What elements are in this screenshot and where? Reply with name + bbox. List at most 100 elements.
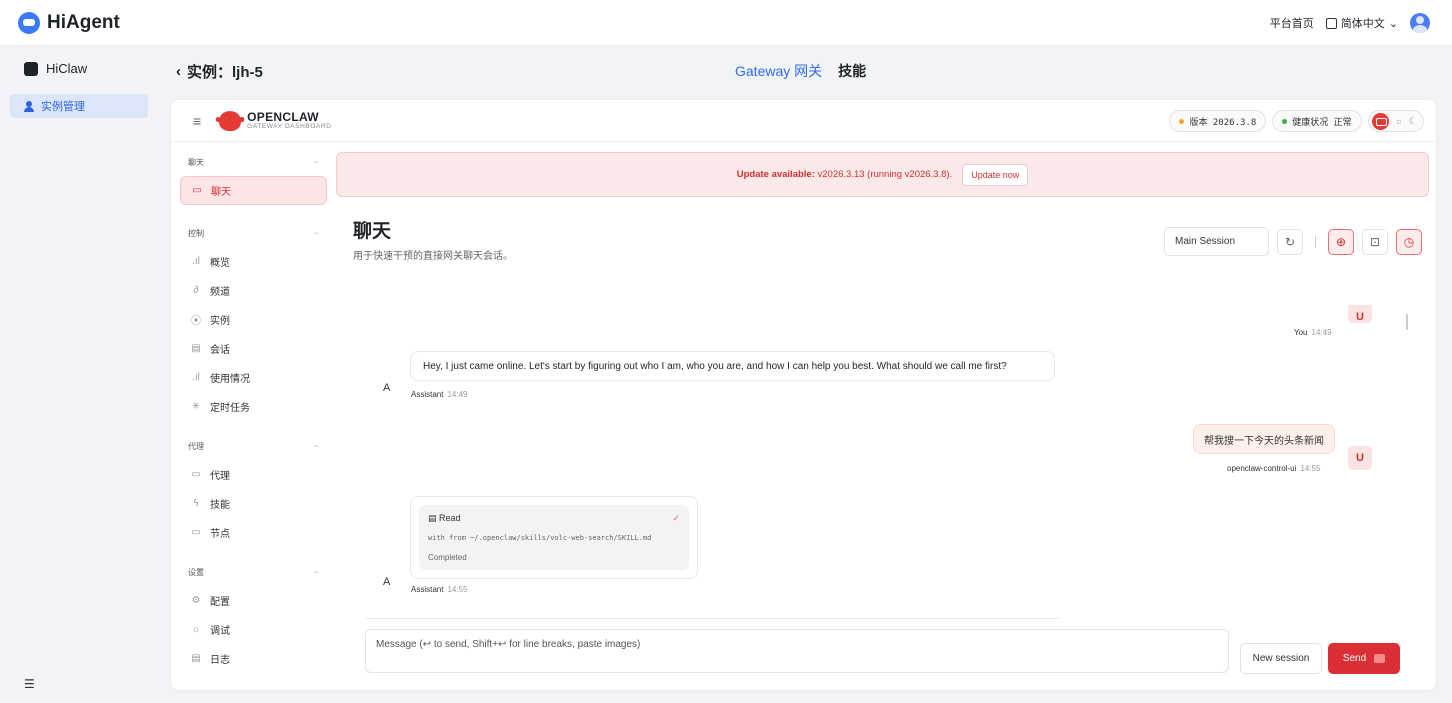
back-button[interactable]: ‹ 实例：ljh-5 xyxy=(176,61,263,82)
collapse-sidebar-icon[interactable]: ☰ xyxy=(24,677,35,691)
message-time: 14:49 xyxy=(1311,328,1332,337)
nav-item-label: 频道 xyxy=(210,287,230,298)
folder-icon: ▭ xyxy=(191,469,201,480)
user-avatar-msg: U xyxy=(1348,305,1372,323)
gear-icon: ⚙ xyxy=(191,595,201,606)
tool-call-card[interactable]: ▤ Read ✓ with from ~/.openclaw/skills/vo… xyxy=(410,496,698,579)
nav-group-chat[interactable]: 聊天 − xyxy=(180,148,327,176)
message-time: 14:49 xyxy=(447,390,468,399)
nav-item-skills[interactable]: ϟ 技能 xyxy=(180,489,327,518)
nav-item-config[interactable]: ⚙ 配置 xyxy=(180,586,327,615)
version-dot xyxy=(1179,118,1185,124)
zap-icon: ϟ xyxy=(193,498,199,509)
update-label: Update available: xyxy=(736,169,815,180)
chevron-down-icon: ⌄ xyxy=(1388,17,1398,30)
tab-skills[interactable]: 技能 xyxy=(838,61,866,81)
app-logo[interactable]: HiAgent xyxy=(18,11,120,34)
nav-item-overview[interactable]: .ıl 概览 xyxy=(180,247,327,276)
nav-item-cron[interactable]: ✳ 定时任务 xyxy=(180,392,327,421)
nav-item-label: 概览 xyxy=(210,258,230,269)
sidebar-item-instance-management[interactable]: 实例管理 xyxy=(10,94,148,118)
platform-home-link[interactable]: 平台首页 xyxy=(1270,15,1314,31)
nav-item-label: 代理 xyxy=(210,471,230,482)
nav-item-label: 实例 xyxy=(210,316,230,327)
nav-group-control[interactable]: 控制 − xyxy=(180,219,327,247)
user-message-bubble: 帮我搜一下今天的头条新闻 xyxy=(1193,424,1335,454)
page-subtitle: 用于快速干预的直接网关聊天会话。 xyxy=(353,251,513,262)
collapse-icon: − xyxy=(313,567,319,577)
sun-icon[interactable]: ☼ xyxy=(1395,116,1403,126)
nav-item-label: 日志 xyxy=(210,655,230,666)
message-time: 14:55 xyxy=(1300,464,1321,473)
check-icon: ✓ xyxy=(672,513,680,523)
tab-gateway[interactable]: Gateway 网关 xyxy=(735,61,822,81)
file-icon: ▤ xyxy=(428,513,437,523)
top-bar: HiAgent 平台首页 简体中文 ⌄ xyxy=(0,0,1452,46)
sidebar: HiClaw 实例管理 ☰ xyxy=(0,46,158,703)
nav-group-label: 聊天 xyxy=(188,157,204,167)
app-name: HiAgent xyxy=(47,11,120,33)
openclaw-logo-icon xyxy=(216,110,245,131)
radio-icon: ⦿ xyxy=(191,316,201,327)
hiclaw-icon xyxy=(24,61,38,76)
nav-item-label: 技能 xyxy=(210,500,230,511)
nav-item-debug[interactable]: ☼ 调试 xyxy=(180,615,327,644)
chat-controls: Main Session ↻ ⊕ ⊡ ◷ xyxy=(1164,227,1422,256)
history-button[interactable]: ◷ xyxy=(1396,228,1422,255)
focus-mode-button[interactable]: ⊡ xyxy=(1362,228,1388,255)
gateway-dashboard: ≡ OPENCLAW GATEWAY DASHBOARD 版本 2026.3.8… xyxy=(171,100,1436,690)
bar-chart-icon: .ıl xyxy=(192,256,200,267)
assistant-avatar: A xyxy=(383,576,391,588)
version-text: 版本 2026.3.8 xyxy=(1189,117,1257,128)
menu-icon[interactable]: ≡ xyxy=(193,113,201,129)
nav-item-label: 节点 xyxy=(210,529,230,540)
monitor-icon: ▭ xyxy=(191,527,201,538)
chat-main: Update available: v2026.3.13 (running v2… xyxy=(336,142,1436,690)
nav-item-agents[interactable]: ▭ 代理 xyxy=(180,460,327,489)
user-avatar[interactable] xyxy=(1410,13,1430,33)
compose-divider xyxy=(365,618,1060,619)
brain-icon: ⊕ xyxy=(1335,234,1347,249)
nav-item-nodes[interactable]: ▭ 节点 xyxy=(180,518,327,547)
theme-switcher: ☼ ☾ xyxy=(1367,110,1424,132)
send-button[interactable]: Send xyxy=(1328,643,1400,674)
nav-item-sessions[interactable]: ▤ 会话 xyxy=(180,334,327,363)
nav-item-label: 配置 xyxy=(210,597,230,608)
chat-scrollbar[interactable] xyxy=(1406,314,1408,330)
nav-item-label: 会话 xyxy=(210,345,230,356)
dashboard-header: ≡ OPENCLAW GATEWAY DASHBOARD 版本 2026.3.8… xyxy=(171,100,1436,142)
new-session-button[interactable]: New session xyxy=(1240,643,1322,674)
nav-item-logs[interactable]: ▤ 日志 xyxy=(180,644,327,673)
sidebar-app-header: HiClaw xyxy=(0,46,158,76)
tool-header: ▤ Read xyxy=(428,513,461,524)
system-theme-icon[interactable] xyxy=(1371,112,1389,130)
refresh-button[interactable]: ↻ xyxy=(1277,228,1303,255)
page-title: 聊天 xyxy=(353,221,392,242)
send-label: Send xyxy=(1342,653,1367,664)
nav-group-agents[interactable]: 代理 − xyxy=(180,432,327,460)
update-now-button[interactable]: Update now xyxy=(962,163,1029,186)
chat-icon: ▭ xyxy=(192,185,202,196)
nav-item-instances[interactable]: ⦿ 实例 xyxy=(180,305,327,334)
update-banner: Update available: v2026.3.13 (running v2… xyxy=(336,152,1429,197)
nav-item-chat[interactable]: ▭ 聊天 xyxy=(180,176,327,205)
nav-item-usage[interactable]: .ıl 使用情况 xyxy=(180,363,327,392)
sender-name: Assistant xyxy=(411,585,444,594)
nav-group-settings[interactable]: 设置 − xyxy=(180,558,327,586)
language-selector[interactable]: 简体中文 ⌄ xyxy=(1325,15,1398,31)
openclaw-subtitle: GATEWAY DASHBOARD xyxy=(247,122,332,130)
message-text: Hey, I just came online. Let's start by … xyxy=(423,360,1007,372)
language-label: 简体中文 xyxy=(1340,18,1385,30)
nav-item-channels[interactable]: ∂ 频道 xyxy=(180,276,327,305)
session-select[interactable]: Main Session xyxy=(1164,227,1269,256)
assistant-message-bubble: Hey, I just came online. Let's start by … xyxy=(410,351,1055,381)
thinking-toggle-button[interactable]: ⊕ xyxy=(1328,228,1354,255)
sidebar-item-label: 实例管理 xyxy=(41,101,85,113)
tool-name: Read xyxy=(439,513,461,523)
message-input[interactable]: Message (↩ to send, Shift+↩ for line bre… xyxy=(365,629,1229,673)
language-icon xyxy=(1325,17,1337,29)
nav-group-label: 代理 xyxy=(188,441,204,451)
sender-name: You xyxy=(1294,328,1308,337)
moon-icon[interactable]: ☾ xyxy=(1409,116,1417,127)
dashboard-nav: 聊天 − ▭ 聊天 控制 − .ıl 概览 ∂ 频道 ⦿ 实例 ▤ 会话 .ıl 使用情况 ✳ 定… xyxy=(171,142,336,690)
